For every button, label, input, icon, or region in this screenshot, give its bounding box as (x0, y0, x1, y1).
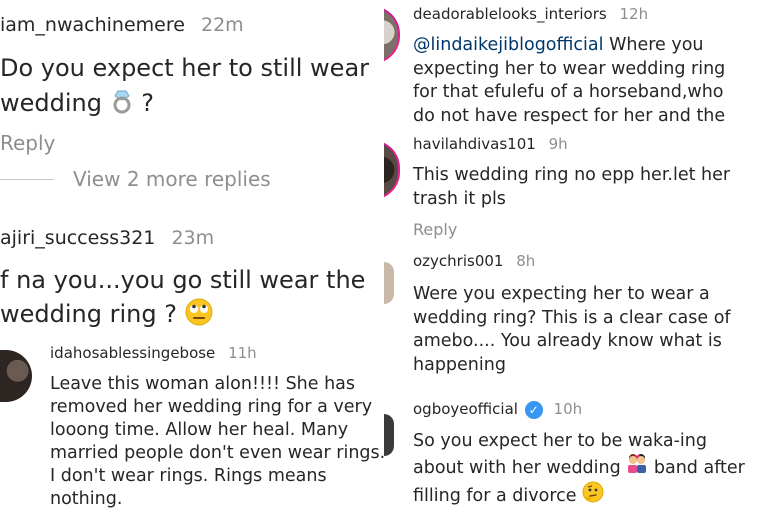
comment-b-time: 9h (548, 135, 568, 153)
comment-1-time: 22m (200, 14, 244, 36)
comment-3-line: Leave this woman alon!!!! She has (50, 374, 356, 394)
comment-1-reply-button[interactable]: Reply (0, 131, 55, 155)
comment-2-text-line1: f na you...you go still wear the (0, 266, 366, 294)
couple-emoji-icon (626, 453, 648, 482)
comment-d-line2-a: about with her wedding (413, 457, 621, 478)
comment-a-line: for that efulefu of a horseband,who (413, 82, 724, 102)
rolling-eyes-emoji-icon (185, 298, 213, 332)
comment-d-line1: So you expect her to be waka-ing (413, 431, 707, 451)
comment-1-text-line1: Do you expect her to still wear (0, 54, 370, 82)
comment-c-line: wedding ring? This is a clear case of (413, 307, 731, 328)
comment-2-header: ajiri_success321 23m (0, 227, 214, 249)
comment-a-time: 12h (619, 5, 649, 23)
comment-3-line: removed her wedding ring for a very (50, 397, 373, 417)
comment-3-line: looong time. Allow her heal. Many (50, 420, 349, 440)
verified-badge-icon: ✓ (524, 400, 543, 419)
comment-1-text-line2-main: wedding (0, 89, 102, 117)
right-comments-panel: deadorablelooks_interiors 12h @lindaikej… (384, 0, 768, 512)
comment-3-line: I don't wear rings. Rings means (50, 466, 327, 486)
comment-3-line: married people don't even wear rings. (50, 443, 384, 463)
comment-1-text-line2: wedding ? (0, 88, 154, 120)
comment-3-text: Leave this woman alon!!!! She has remove… (50, 373, 384, 511)
comment-a-username[interactable]: deadorablelooks_interiors (413, 5, 607, 23)
comment-b-username[interactable]: havilahdivas101 (413, 135, 536, 153)
comment-3-line: nothing. (50, 489, 123, 509)
comment-a-line: expecting her to wear wedding ring (413, 58, 726, 79)
comment-d-line2: about with her wedding band after (413, 453, 745, 482)
commenter-avatar[interactable] (0, 350, 32, 402)
comment-2-username[interactable]: ajiri_success321 (0, 227, 155, 249)
comment-d-line2-b: band after (653, 457, 745, 478)
comment-a-first-line-rest: Where you (603, 35, 704, 55)
comment-c-line: amebo.... You already know what is (413, 331, 722, 351)
comment-1-header: iam_nwachinemere 22m (0, 14, 244, 36)
comment-c-header: ozychris001 8h (413, 252, 535, 270)
comment-d-line3: filling for a divorce (413, 481, 745, 511)
comment-c-text: Were you expecting her to wear a wedding… (413, 283, 731, 377)
comment-a-text: @lindaikejiblogofficial Where you expect… (413, 34, 725, 128)
left-comments-panel: iam_nwachinemere 22m Do you expect her t… (0, 0, 384, 512)
view-more-replies-button[interactable]: View 2 more replies (73, 167, 271, 191)
comment-2-time: 23m (171, 227, 215, 249)
commenter-avatar[interactable] (384, 6, 400, 64)
comment-b-header: havilahdivas101 9h (413, 135, 568, 153)
commenter-avatar[interactable] (384, 140, 400, 200)
comment-b-line: trash it pls (413, 188, 506, 209)
comment-d-header: ogboyeofficial ✓ 10h (413, 400, 582, 419)
mention-link[interactable]: @lindaikejiblogofficial (413, 35, 604, 55)
view-replies-divider (0, 179, 54, 180)
commenter-avatar[interactable] (384, 262, 394, 304)
comment-a-header: deadorablelooks_interiors 12h (413, 5, 648, 23)
comment-c-line: Were you expecting her to wear a (413, 284, 710, 304)
comment-3-time: 11h (228, 344, 257, 362)
comment-b-text: This wedding ring no epp her.let her tra… (413, 164, 730, 211)
comment-d-line3-text: filling for a divorce (413, 485, 577, 506)
comment-1-text-line2-suffix: ? (141, 89, 155, 117)
comment-a-first-line: @lindaikejiblogofficial Where you (413, 34, 725, 58)
comment-2-text-line2: wedding ring ? (0, 298, 213, 332)
commenter-avatar[interactable] (384, 414, 394, 456)
comment-b-line: This wedding ring no epp her.let her (413, 165, 731, 185)
comment-a-line: do not have respect for her and the (413, 105, 726, 126)
comment-c-username[interactable]: ozychris001 (413, 252, 503, 270)
comment-3-header: idahosablessingebose 11h (50, 344, 257, 362)
comment-d-text: So you expect her to be waka-ing about w… (413, 430, 745, 511)
comment-2-text-line2-main: wedding ring ? (0, 300, 177, 328)
ring-emoji-icon (110, 88, 134, 120)
comment-d-username[interactable]: ogboyeofficial (413, 400, 518, 418)
comment-b-reply-button[interactable]: Reply (413, 220, 457, 239)
thinking-emoji-icon (582, 481, 604, 511)
comment-d-time: 10h (553, 400, 583, 418)
comment-1-username[interactable]: iam_nwachinemere (0, 14, 185, 36)
comment-c-time: 8h (516, 252, 536, 270)
comment-c-line: happening (413, 354, 506, 375)
comment-3-username[interactable]: idahosablessingebose (50, 344, 215, 362)
